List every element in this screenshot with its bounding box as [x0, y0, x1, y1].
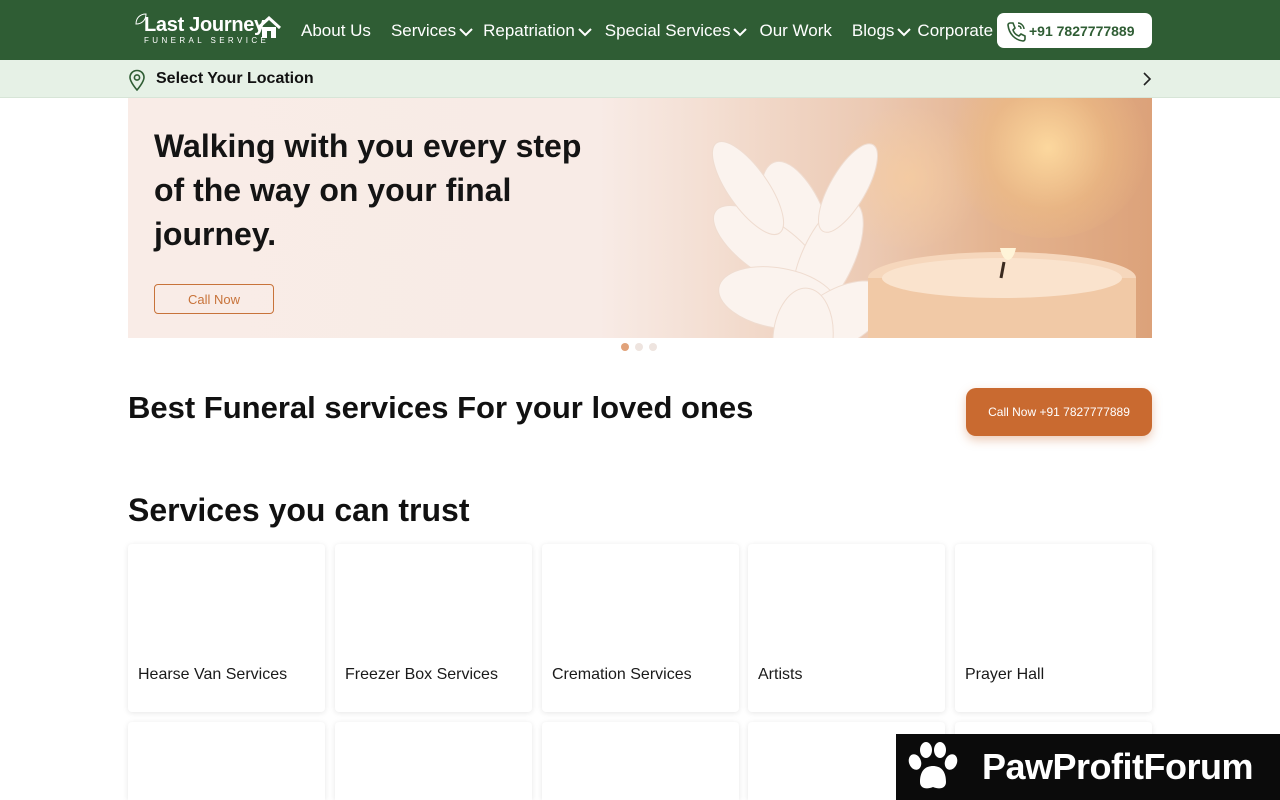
nav-label: Corporate	[917, 21, 994, 40]
location-pin-icon	[129, 69, 145, 91]
service-card-label: Cremation Services	[552, 666, 692, 683]
carousel-dot-3[interactable]	[649, 343, 657, 351]
watermark-badge: PawProfitForum	[896, 734, 1280, 800]
nav-services[interactable]: Services	[391, 21, 473, 41]
nav-about-us[interactable]: About Us	[301, 21, 371, 41]
flower-illustration	[711, 141, 889, 338]
candle-glow	[948, 98, 1148, 238]
services-title: Services you can trust	[128, 492, 470, 528]
service-card-cremation[interactable]: Cremation Services	[542, 544, 739, 712]
watermark-text: PawProfitForum	[982, 746, 1254, 787]
nav-label: Special Services	[604, 21, 731, 40]
service-card[interactable]	[335, 722, 532, 800]
paw-icon	[908, 742, 958, 789]
nav-label: About Us	[301, 21, 371, 40]
service-card-label: Freezer Box Services	[345, 666, 498, 683]
service-card-hearse-van[interactable]: Hearse Van Services	[128, 544, 325, 712]
nav-our-work[interactable]: Our Work	[759, 21, 831, 41]
top-navbar: Last Journey FUNERAL SERVICE About Us Se…	[0, 0, 1280, 60]
carousel-dots	[621, 343, 657, 351]
hero-banner: Walking with you every step of the way o…	[128, 98, 1152, 338]
phone-button[interactable]: +91 7827777889	[997, 13, 1152, 48]
nav-blogs[interactable]: Blogs	[852, 21, 912, 41]
main-nav: About Us Services Repatriation Special S…	[301, 19, 993, 43]
phone-icon	[1007, 21, 1026, 42]
phone-number: +91 7827777889	[1029, 22, 1135, 39]
candle-illustration	[868, 248, 1136, 338]
carousel-dot-2[interactable]	[635, 343, 643, 351]
nav-label: Services	[390, 21, 457, 40]
service-card[interactable]	[542, 722, 739, 800]
chevron-down-icon	[897, 28, 912, 37]
nav-corporate[interactable]: Corporate	[917, 21, 993, 41]
service-card-freezer-box[interactable]: Freezer Box Services	[335, 544, 532, 712]
chevron-down-icon	[459, 28, 473, 37]
service-card-prayer-hall[interactable]: Prayer Hall	[955, 544, 1152, 712]
service-card-artists[interactable]: Artists	[748, 544, 945, 712]
service-card-label: Prayer Hall	[965, 666, 1045, 683]
service-card-label: Hearse Van Services	[138, 666, 288, 683]
location-label: Select Your Location	[156, 70, 314, 87]
call-now-phone-button[interactable]: Call Now +91 7827777889	[966, 388, 1152, 436]
nav-repatriation[interactable]: Repatriation	[483, 21, 592, 41]
nav-label: Our Work	[759, 21, 832, 40]
service-card[interactable]	[128, 722, 325, 800]
chevron-right-icon[interactable]	[1141, 72, 1153, 86]
site-logo[interactable]: Last Journey FUNERAL SERVICE	[134, 12, 284, 48]
carousel-dot-1[interactable]	[621, 343, 629, 351]
service-card-label: Artists	[758, 666, 803, 683]
nav-label: Blogs	[851, 21, 895, 40]
chevron-down-icon	[733, 28, 748, 37]
nav-label: Repatriation	[483, 21, 575, 40]
location-bar[interactable]: Select Your Location	[0, 60, 1280, 98]
hero-call-now-button[interactable]: Call Now	[154, 284, 274, 314]
hero-headline: Walking with you every step of the way o…	[154, 128, 582, 252]
logo-text: Last Journey	[144, 14, 265, 36]
chevron-down-icon	[578, 28, 592, 37]
intro-headline: Best Funeral services For your loved one…	[128, 390, 754, 425]
home-icon	[256, 16, 282, 38]
nav-special-services[interactable]: Special Services	[605, 21, 748, 41]
logo-subtext: FUNERAL SERVICE	[144, 36, 270, 45]
